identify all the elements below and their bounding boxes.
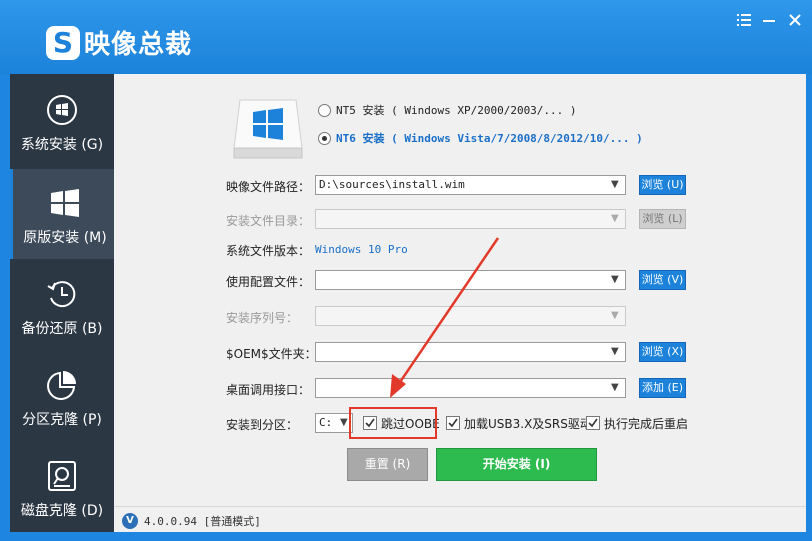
chevron-down-icon: ▼ — [611, 346, 619, 357]
image-path-label: 映像文件路径： — [226, 180, 311, 194]
reboot-after-label: 执行完成后重启 — [604, 416, 689, 431]
version-badge-icon: V — [122, 513, 138, 529]
oem-folder-label: $OEM$文件夹： — [226, 347, 317, 361]
nt5-radio[interactable] — [318, 103, 331, 117]
browse-oem-button[interactable]: 浏览 (X) — [639, 342, 686, 362]
backup-clock-icon — [47, 281, 76, 308]
status-bar: V 4.0.0.94 [普通模式] — [114, 506, 806, 532]
sidebar-item-label: 磁盘克隆 (D) — [20, 503, 104, 519]
sidebar-item-system-install[interactable]: 系统安装 (G) — [10, 76, 114, 166]
image-path-select[interactable]: D:\sources\install.wim ▼ — [315, 175, 626, 195]
chevron-down-icon: ▼ — [611, 274, 619, 285]
config-file-select[interactable]: ▼ — [315, 270, 626, 290]
desktop-api-label: 桌面调用接口： — [226, 383, 311, 397]
system-version-value: Windows 10 Pro — [315, 243, 408, 256]
nt6-install-option[interactable]: NT6 安装 ( Windows Vista/7/2008/8/2012/10/… — [318, 129, 643, 147]
system-version-label: 系统文件版本： — [226, 244, 311, 258]
image-path-value: D:\sources\install.wim — [319, 178, 465, 191]
minimize-icon[interactable] — [758, 10, 780, 32]
sidebar-item-backup-restore[interactable]: 备份还原 (B) — [10, 260, 114, 350]
config-file-label: 使用配置文件： — [226, 275, 311, 289]
sidebar-item-label: 系统安装 (G) — [20, 137, 104, 153]
browse-config-button[interactable]: 浏览 (V) — [639, 270, 686, 290]
reboot-after-checkbox[interactable]: 执行完成后重启 — [586, 414, 688, 432]
sidebar-item-disk-clone[interactable]: 磁盘克隆 (D) — [10, 442, 114, 532]
oem-folder-select[interactable]: ▼ — [315, 342, 626, 362]
windows-logo-icon — [51, 189, 79, 217]
nt6-label: NT6 安装 ( Windows Vista/7/2008/8/2012/10/… — [336, 132, 643, 145]
sidebar-item-original-install[interactable]: 原版安装 (M) — [10, 169, 114, 259]
sidebar-item-label: 备份还原 (B) — [21, 321, 103, 337]
close-icon[interactable] — [784, 10, 806, 32]
browse-dir-button: 浏览 (L) — [639, 209, 686, 229]
sidebar-item-partition-clone[interactable]: 分区克隆 (P) — [10, 351, 114, 441]
sidebar-item-label: 分区克隆 (P) — [22, 412, 102, 428]
reset-button[interactable]: 重置 (R) — [347, 448, 428, 481]
chevron-down-icon: ▼ — [611, 179, 619, 190]
app-logo: S 映像总裁 — [46, 24, 192, 61]
sidebar: 系统安装 (G) 原版安装 (M) 备份还原 (B) 分区克隆 (P) 磁盘克隆… — [10, 74, 114, 532]
load-usb3-drivers-checkbox[interactable]: 加载USB3.X及SRS驱动 — [446, 414, 592, 432]
version-text: 4.0.0.94 [普通模式] — [144, 515, 261, 528]
nt5-label: NT5 安装 ( Windows XP/2000/2003/... ) — [336, 104, 577, 117]
install-dir-select: ▼ — [315, 209, 626, 229]
start-install-button[interactable]: 开始安装 (I) — [436, 448, 597, 481]
windows-disc-icon — [47, 95, 77, 125]
chevron-down-icon: ▼ — [611, 382, 619, 393]
chevron-down-icon: ▼ — [611, 310, 619, 321]
nt6-radio[interactable] — [318, 131, 331, 145]
install-dir-label: 安装文件目录： — [226, 214, 311, 228]
checkbox-checked-icon — [586, 416, 600, 430]
menu-icon[interactable] — [733, 10, 755, 32]
partition-value: C: — [319, 416, 333, 429]
sidebar-item-label: 原版安装 (M) — [23, 230, 107, 246]
serial-select: ▼ — [315, 306, 626, 326]
partition-select[interactable]: C: ▼ — [315, 413, 353, 433]
window-bottom-edge — [0, 532, 812, 541]
pie-chart-icon — [47, 371, 76, 400]
target-partition-label: 安装到分区： — [226, 418, 299, 432]
app-title: 映像总裁 — [84, 30, 193, 60]
checkbox-checked-icon — [446, 416, 460, 430]
windows-drive-icon — [233, 99, 303, 159]
add-api-button[interactable]: 添加 (E) — [639, 378, 686, 398]
title-bar: S 映像总裁 — [0, 0, 812, 74]
desktop-api-select[interactable]: ▼ — [315, 378, 626, 398]
install-panel: NT5 安装 ( Windows XP/2000/2003/... ) NT6 … — [114, 74, 806, 506]
disk-search-icon — [48, 461, 76, 491]
chevron-down-icon: ▼ — [611, 213, 619, 224]
logo-s-icon: S — [46, 25, 80, 60]
nt5-install-option[interactable]: NT5 安装 ( Windows XP/2000/2003/... ) — [318, 101, 577, 119]
load-usb3-drivers-label: 加载USB3.X及SRS驱动 — [464, 416, 592, 431]
browse-image-button[interactable]: 浏览 (U) — [639, 175, 686, 195]
highlight-box — [349, 407, 437, 439]
serial-label: 安装序列号： — [226, 311, 299, 325]
